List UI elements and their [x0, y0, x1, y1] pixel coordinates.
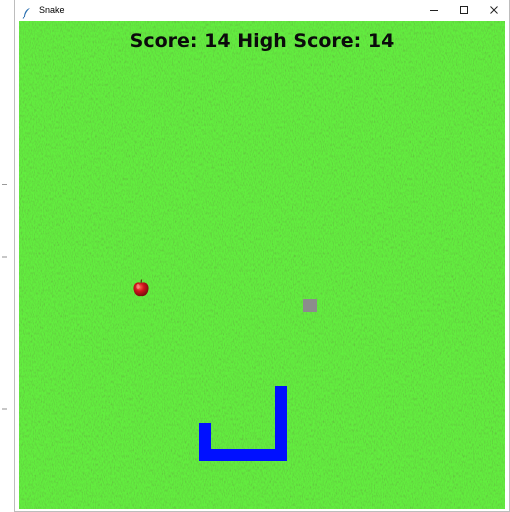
maximize-icon [460, 6, 468, 14]
high-score-label: High Score: [237, 30, 362, 52]
close-button[interactable] [479, 0, 509, 20]
minimize-button[interactable] [419, 0, 449, 20]
game-canvas[interactable]: Score: 14 High Score: 14 [19, 21, 505, 509]
high-score-value: 14 [367, 30, 395, 52]
edge-mark [2, 256, 7, 258]
snake-segment [199, 449, 287, 461]
title-bar[interactable]: Snake [15, 0, 509, 20]
score-display: Score: 14 High Score: 14 [19, 30, 505, 52]
edge-mark [2, 408, 7, 410]
window-title: Snake [39, 5, 65, 15]
minimize-icon [430, 10, 438, 11]
score-label: Score: [129, 30, 198, 52]
apple-icon [133, 279, 149, 297]
score-value: 14 [204, 30, 231, 52]
window-controls [419, 0, 509, 20]
edge-mark [2, 184, 7, 185]
maximize-button[interactable] [449, 0, 479, 20]
snake-segment [199, 423, 211, 461]
desktop-edge [0, 0, 14, 512]
grass-background [19, 21, 505, 509]
close-icon [490, 6, 498, 14]
feather-icon [21, 4, 33, 19]
gray-block [303, 299, 317, 312]
snake-window: Snake Score: 14 High Score: 14 [14, 0, 510, 512]
